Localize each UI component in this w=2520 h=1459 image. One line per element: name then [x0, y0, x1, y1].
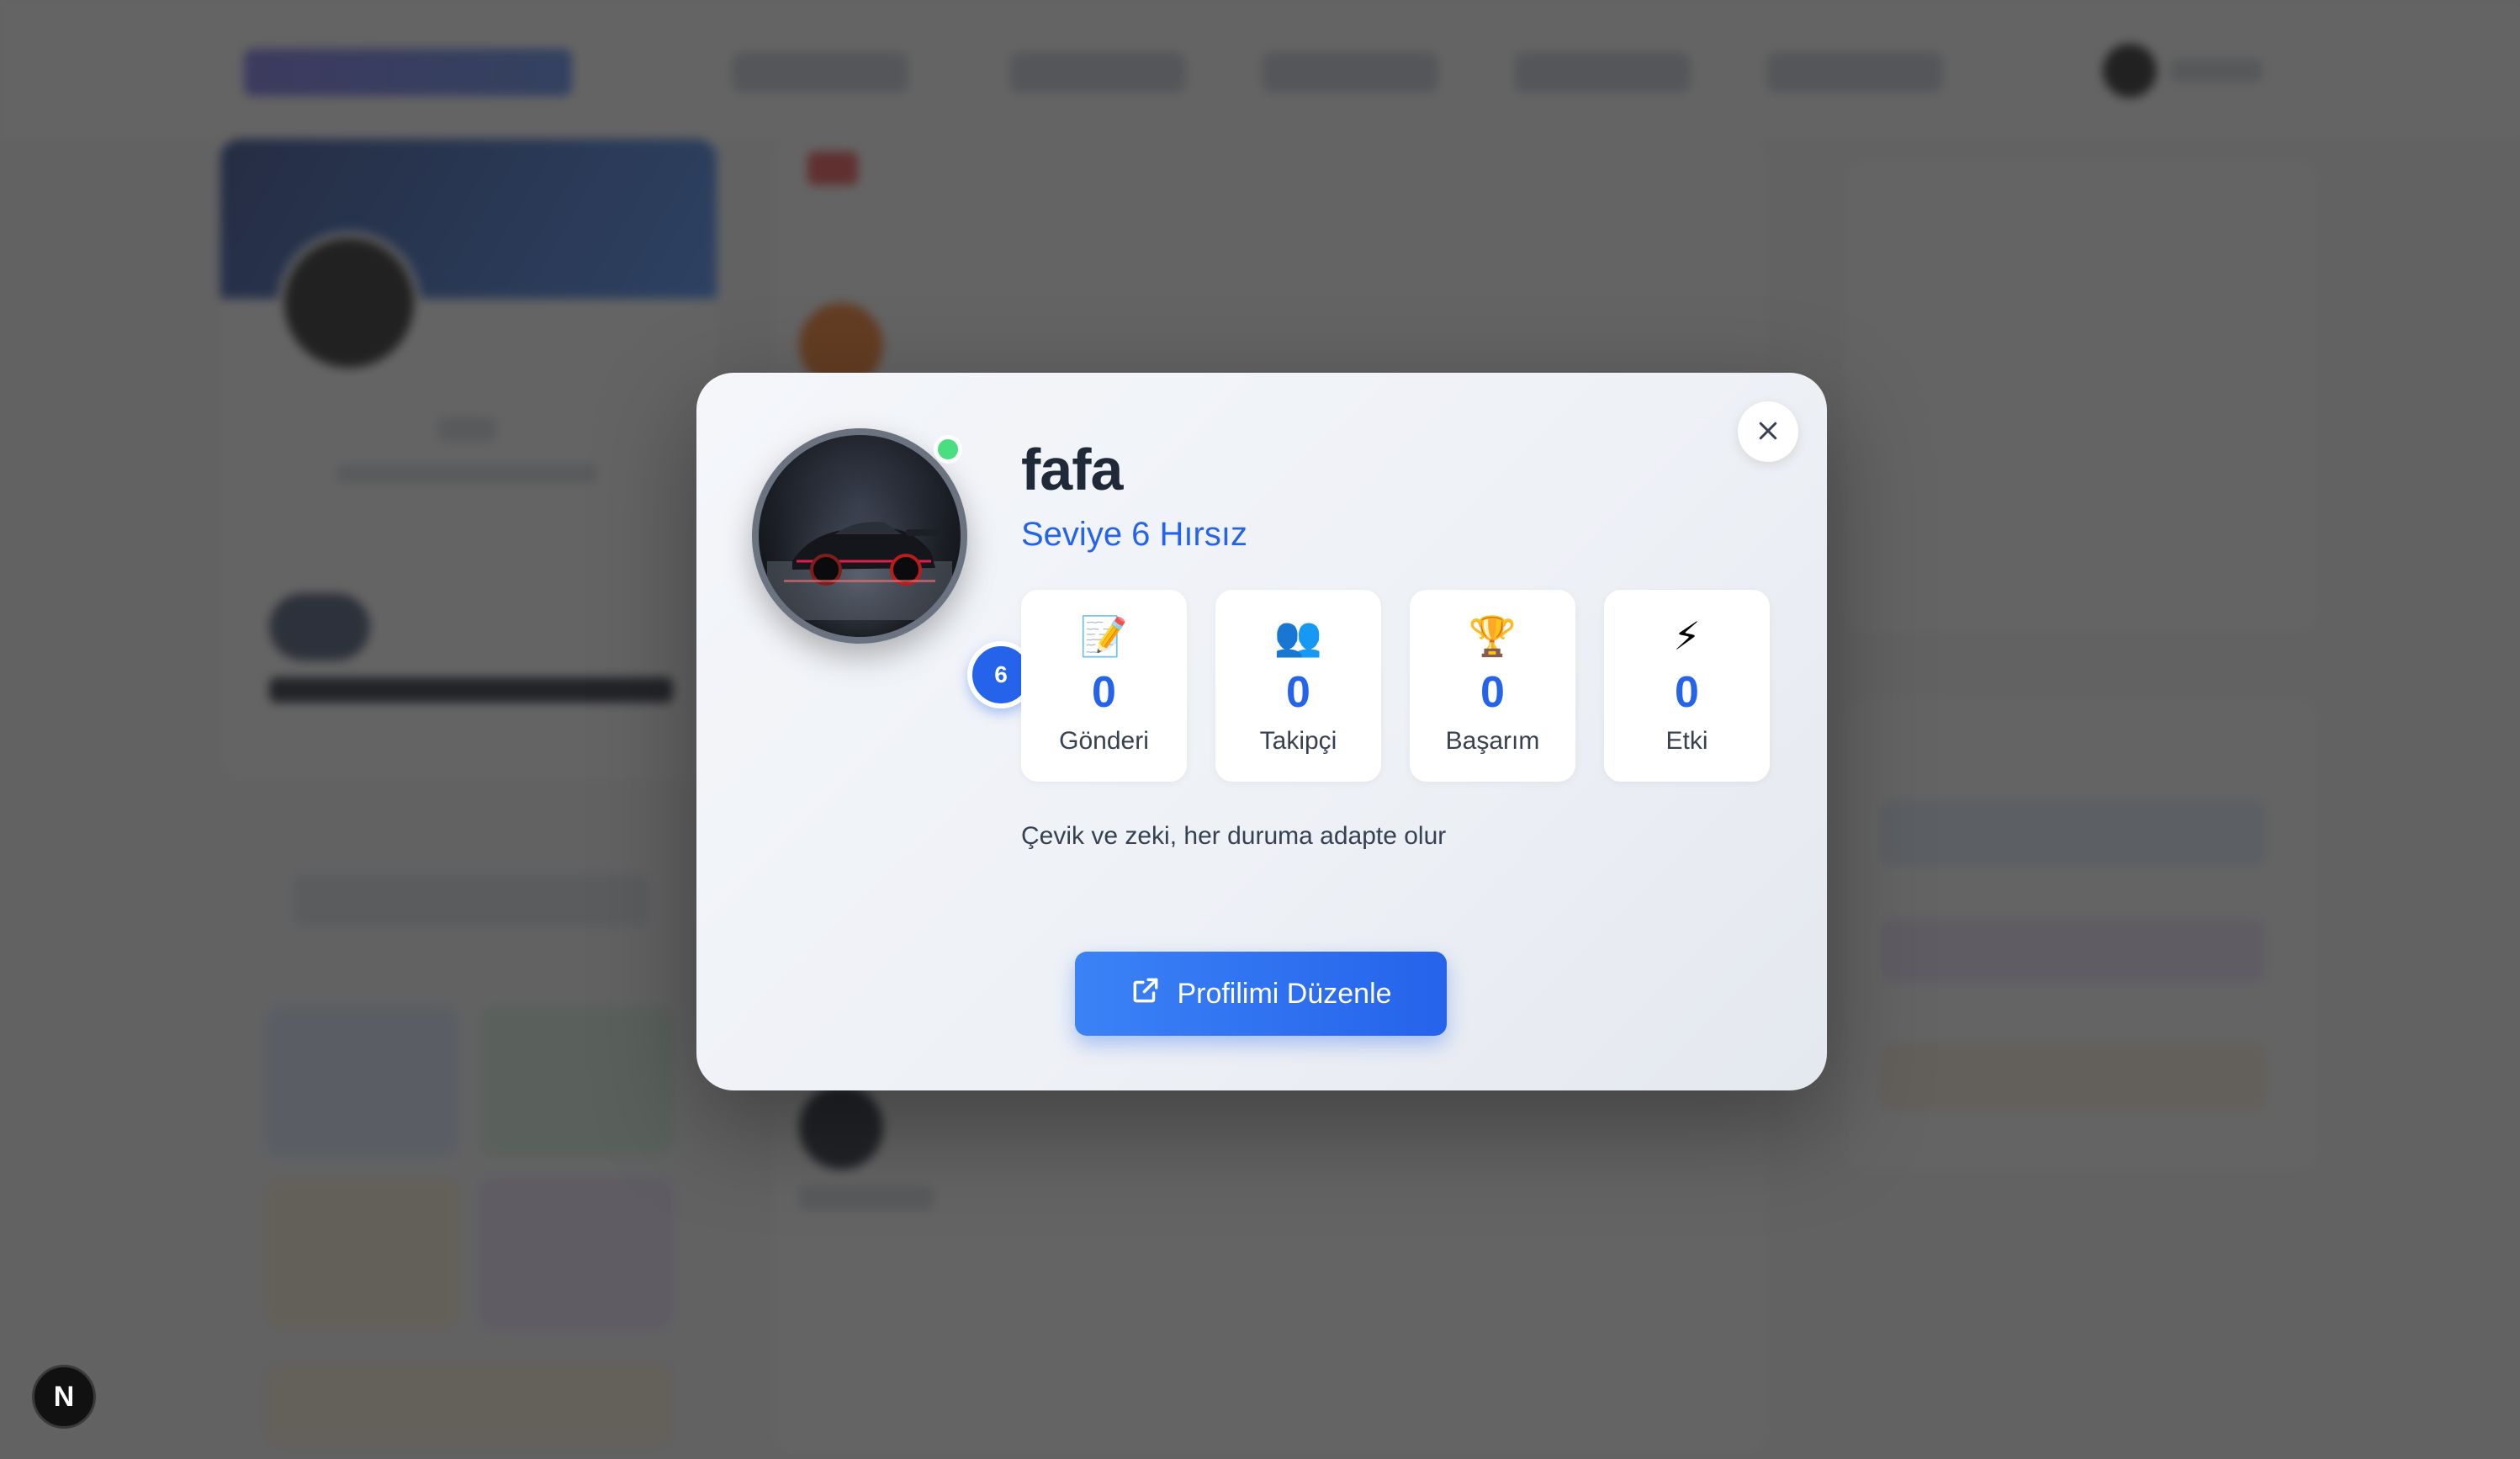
online-status-indicator: [934, 435, 962, 464]
edit-profile-button[interactable]: Profilimi Düzenle: [1075, 952, 1447, 1036]
stat-value: 0: [1092, 668, 1116, 717]
close-icon: [1755, 418, 1781, 446]
close-button[interactable]: [1738, 401, 1798, 462]
users-icon: 👥: [1273, 614, 1323, 658]
stat-value: 0: [1286, 668, 1310, 717]
stat-label: Gönderi: [1059, 727, 1149, 755]
lightning-icon: ⚡: [1673, 614, 1701, 658]
stat-card-influence: ⚡ 0 Etki: [1604, 590, 1770, 782]
stat-label: Takipçi: [1259, 727, 1337, 755]
avatar-car-image: [759, 435, 961, 637]
avatar-ring: [752, 428, 967, 644]
profile-modal: 6 fafa Seviye 6 Hırsız 📝 0 Gönderi 👥 0 T…: [696, 373, 1827, 1090]
stat-value: 0: [1480, 668, 1505, 717]
stat-card-followers: 👥 0 Takipçi: [1215, 590, 1381, 782]
stat-label: Etki: [1665, 727, 1708, 755]
stat-card-achievements: 🏆 0 Başarım: [1410, 590, 1575, 782]
external-link-icon: [1130, 974, 1162, 1014]
profile-avatar-container: 6: [752, 428, 1035, 708]
memo-icon: 📝: [1079, 614, 1129, 658]
profile-stats: 📝 0 Gönderi 👥 0 Takipçi 🏆 0 Başarım ⚡ 0 …: [1021, 590, 1771, 782]
dev-tools-badge[interactable]: N: [32, 1365, 96, 1429]
profile-bio: Çevik ve zeki, her duruma adapte olur: [1021, 822, 1447, 850]
stat-card-posts: 📝 0 Gönderi: [1021, 590, 1187, 782]
stat-label: Başarım: [1445, 727, 1540, 755]
edit-profile-button-label: Profilimi Düzenle: [1177, 977, 1392, 1010]
stat-value: 0: [1675, 668, 1699, 717]
trophy-icon: 🏆: [1468, 614, 1517, 658]
profile-level-title: Seviye 6 Hırsız: [1021, 516, 1247, 553]
avatar: [759, 435, 961, 637]
profile-username: fafa: [1021, 437, 1123, 502]
